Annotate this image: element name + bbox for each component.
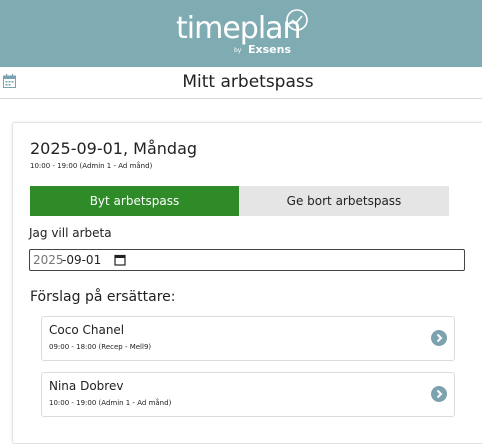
- page-title: Mitt arbetspass: [182, 72, 314, 92]
- want-to-work-label: Jag vill arbeta: [29, 226, 112, 240]
- chevron-right-icon[interactable]: [431, 330, 447, 346]
- logo-company: Exsens: [248, 43, 291, 56]
- substitute-details: 10:00 - 19:00 (Admin 1 - Ad månd): [49, 399, 172, 407]
- date-month-day: -09-01: [62, 253, 102, 267]
- substitute-details: 09:00 - 18:00 (Recep - Mell9): [49, 343, 152, 351]
- work-date-input[interactable]: 2025 -09-01: [29, 249, 465, 271]
- suggestions-heading: Förslag på ersättare:: [30, 289, 176, 305]
- logo-by-text: by: [234, 47, 242, 54]
- title-bar: Mitt arbetspass: [0, 67, 482, 99]
- substitute-name: Coco Chanel: [49, 323, 125, 337]
- date-year: 2025: [33, 253, 64, 267]
- app-header: timeplan by Exsens: [0, 0, 482, 67]
- shift-date-heading: 2025-09-01, Måndag: [30, 139, 198, 158]
- tab-swap-shift[interactable]: Byt arbetspass: [30, 186, 239, 216]
- substitute-name: Nina Dobrev: [49, 379, 124, 393]
- tab-give-away-shift[interactable]: Ge bort arbetspass: [239, 186, 449, 216]
- clock-check-icon: [286, 9, 308, 31]
- chevron-right-icon[interactable]: [431, 386, 447, 402]
- substitute-item[interactable]: Nina Dobrev 10:00 - 19:00 (Admin 1 - Ad …: [41, 372, 455, 417]
- shift-details: 10:00 - 19:00 (Admin 1 - Ad månd): [30, 162, 153, 170]
- substitute-item[interactable]: Coco Chanel 09:00 - 18:00 (Recep - Mell9…: [41, 316, 455, 361]
- timeplan-logo: timeplan by Exsens: [176, 8, 316, 60]
- logo-wordmark: timeplan: [176, 11, 302, 46]
- calendar-picker-icon[interactable]: [114, 254, 126, 266]
